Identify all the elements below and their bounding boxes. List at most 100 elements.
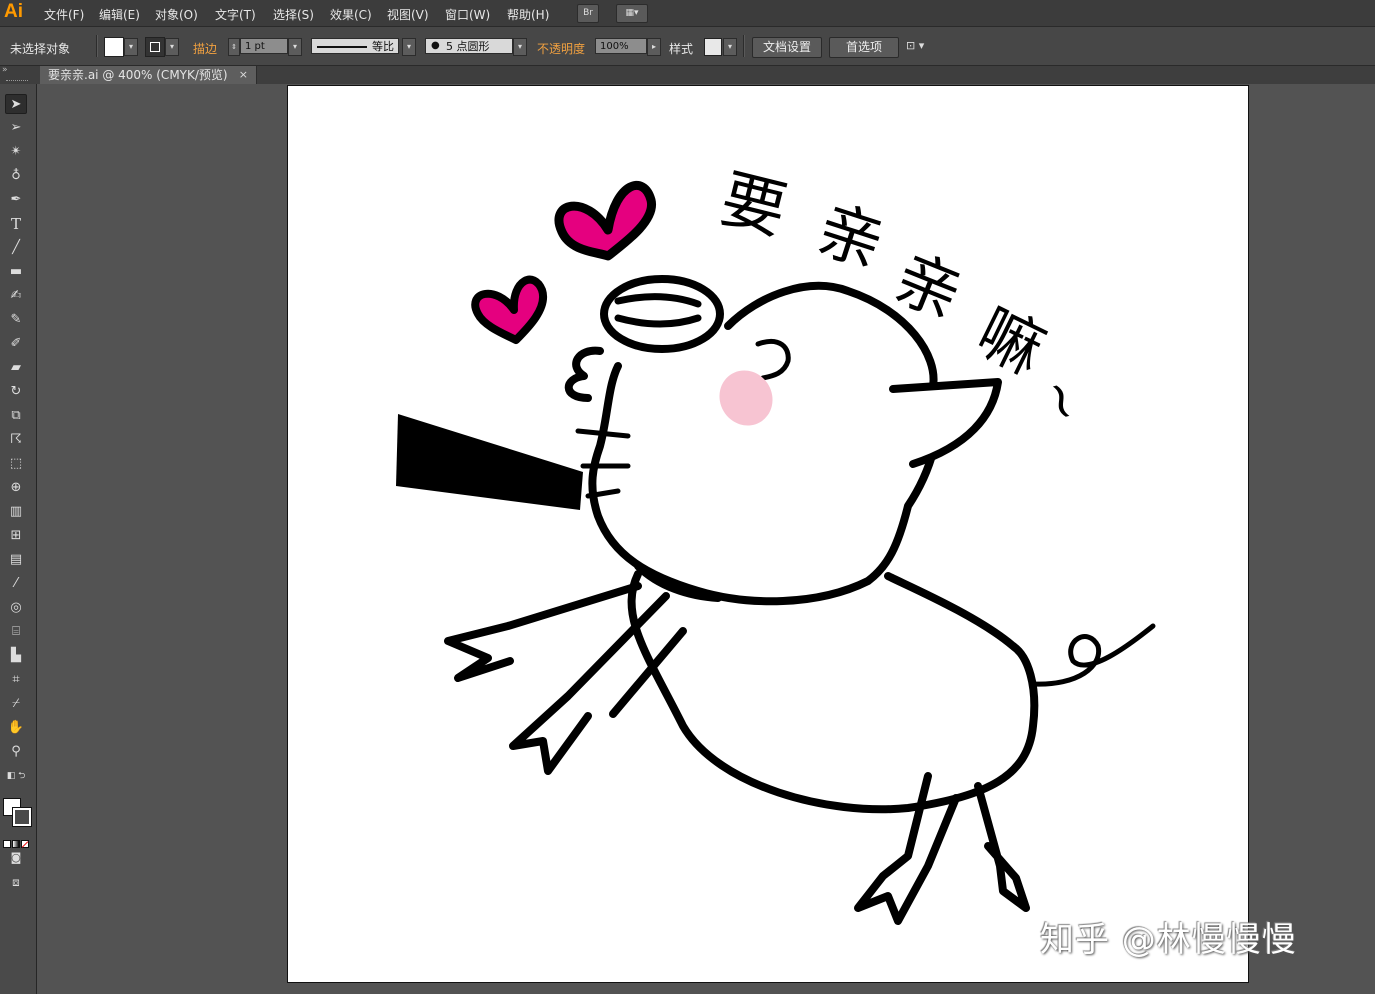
brush-dropdown[interactable]: ▾ (513, 38, 527, 56)
stroke-weight-field[interactable]: 1 pt (240, 38, 288, 54)
menu-help[interactable]: 帮助(H) (507, 6, 549, 23)
pencil-tool[interactable]: ✎ (5, 310, 27, 330)
stroke-weight-stepper[interactable]: ⇕ (228, 38, 240, 56)
scale-tool[interactable]: ⧉ (5, 406, 27, 426)
menu-object[interactable]: 对象(O) (155, 6, 198, 23)
rectangle-tool[interactable]: ▬ (5, 262, 27, 282)
paintbrush-tool[interactable]: ✍ (5, 286, 27, 306)
menu-view[interactable]: 视图(V) (387, 6, 429, 23)
pig-tail (1030, 623, 1156, 687)
document-tab[interactable]: 要亲亲.ai @ 400% (CMYK/预览) × (40, 66, 257, 84)
panel-menu-button[interactable]: ⊡ ▾ (906, 39, 940, 55)
document-setup-button[interactable]: 文档设置 (752, 37, 822, 58)
blob-brush-icon: ✐ (10, 336, 22, 351)
collapse-panel-icon[interactable]: » (2, 65, 8, 75)
color-mode-buttons[interactable] (3, 833, 31, 848)
stroke-profile-field[interactable]: 等比 (311, 38, 399, 54)
rotate-tool[interactable]: ↻ (5, 382, 27, 402)
slice-icon: ⌿ (12, 696, 20, 711)
stroke-profile-dropdown[interactable]: ▾ (402, 38, 416, 56)
warp-icon: ☈ (10, 432, 22, 447)
free-transform-tool[interactable]: ⬚ (5, 454, 27, 474)
front-leg-left (444, 582, 642, 682)
style-dropdown[interactable]: ▾ (723, 38, 737, 56)
opacity-label[interactable]: 不透明度 (537, 40, 585, 57)
menu-window[interactable]: 窗口(W) (445, 6, 490, 23)
menu-effect[interactable]: 效果(C) (330, 6, 372, 23)
canvas-area[interactable]: 要 亲 亲 嘛 ~ (37, 84, 1375, 994)
style-swatch[interactable] (704, 38, 722, 56)
artboard[interactable]: 要 亲 亲 嘛 ~ (287, 85, 1249, 983)
pen-tool[interactable]: ✒ (5, 190, 27, 210)
chevron-down-icon: ▸ (651, 42, 656, 51)
brush-field[interactable]: ● 5 点圆形 (425, 38, 513, 54)
eyedropper-tool[interactable]: ⁄ (5, 574, 27, 594)
black-banner-shape (396, 414, 583, 510)
heart-large (554, 180, 656, 261)
lasso-tool[interactable]: ♁ (5, 166, 27, 186)
fill-dropdown[interactable]: ▾ (124, 38, 138, 56)
divider (96, 35, 98, 57)
brush-dot-icon: ● (431, 40, 440, 51)
menu-file[interactable]: 文件(F) (44, 6, 84, 23)
perspective-grid-tool[interactable]: ▥ (5, 502, 27, 522)
stroke-swatch[interactable] (145, 37, 165, 57)
fill-swatch[interactable] (104, 37, 124, 57)
gradient-tool[interactable]: ▤ (5, 550, 27, 570)
symbol-sprayer-tool[interactable]: ⌸ (5, 622, 27, 642)
menu-select[interactable]: 选择(S) (273, 6, 314, 23)
chevron-down-icon: ▾ (169, 42, 174, 51)
opacity-field[interactable]: 100% (595, 38, 647, 54)
menu-type[interactable]: 文字(T) (215, 6, 256, 23)
direct-selection-tool[interactable]: ➢ (5, 118, 27, 138)
stroke-dropdown[interactable]: ▾ (165, 38, 179, 56)
shape-builder-tool[interactable]: ⊕ (5, 478, 27, 498)
selection-tool[interactable]: ➤ (5, 94, 27, 114)
eraser-tool[interactable]: ▰ (5, 358, 27, 378)
bridge-button[interactable]: Br (577, 4, 599, 23)
blob-brush-tool[interactable]: ✐ (5, 334, 27, 354)
column-graph-tool[interactable]: ▙ (5, 646, 27, 666)
chevron-down-icon: ▾ (406, 42, 411, 51)
close-icon[interactable]: × (239, 66, 248, 84)
shape-builder-icon: ⊕ (10, 480, 22, 495)
direct-arrow-icon: ➢ (10, 120, 22, 135)
stroke-label[interactable]: 描边 (193, 40, 217, 57)
heart-small (471, 275, 548, 344)
document-tab-title: 要亲亲.ai @ 400% (CMYK/预览) (48, 68, 228, 82)
mesh-tool[interactable]: ⊞ (5, 526, 27, 546)
menu-bar: Ai 文件(F) 编辑(E) 对象(O) 文字(T) 选择(S) 效果(C) 视… (0, 0, 1375, 27)
slice-tool[interactable]: ⌿ (5, 694, 27, 714)
control-bar: 未选择对象 ▾ ▾ 描边 ⇕ 1 pt ▾ 等比 ▾ ● 5 点圆形 ▾ 不透明… (0, 27, 1375, 66)
zoom-tool[interactable]: ⚲ (5, 742, 27, 762)
opacity-dropdown[interactable]: ▸ (647, 38, 661, 56)
screen-mode-button[interactable]: ⧈ (5, 872, 27, 892)
gradient-mode-icon (12, 840, 20, 848)
swap-fill-stroke[interactable]: ◧ ⮌ (5, 766, 27, 786)
draw-mode-button[interactable]: ◙ (5, 848, 27, 868)
preferences-button[interactable]: 首选项 (829, 37, 899, 58)
line-tool[interactable]: ╱ (5, 238, 27, 258)
none-mode-icon (21, 840, 29, 848)
warp-tool[interactable]: ☈ (5, 430, 27, 450)
rotate-icon: ↻ (10, 384, 22, 399)
menu-edit[interactable]: 编辑(E) (99, 6, 140, 23)
panel-options-icon: ⊡ ▾ (906, 39, 925, 52)
magic-wand-tool[interactable]: ✴ (5, 142, 27, 162)
stroke-profile-label: 等比 (372, 40, 394, 53)
blend-tool[interactable]: ◎ (5, 598, 27, 618)
artboard-tool[interactable]: ⌗ (5, 670, 27, 690)
scale-icon: ⧉ (11, 408, 21, 423)
gradient-icon: ▤ (9, 552, 23, 567)
blend-icon: ◎ (10, 600, 22, 615)
zoom-icon: ⚲ (11, 744, 21, 759)
stroke-weight-dropdown[interactable]: ▾ (288, 38, 302, 56)
panel-grip[interactable] (6, 80, 28, 84)
type-tool[interactable]: T (5, 214, 27, 234)
eyedropper-icon: ⁄ (14, 576, 18, 591)
stroke-color-box[interactable] (12, 807, 32, 827)
lasso-icon: ♁ (11, 168, 21, 183)
pig-blush (719, 370, 773, 426)
arrange-documents-button[interactable]: ▦▾ (616, 4, 648, 23)
hand-tool[interactable]: ✋ (5, 718, 27, 738)
